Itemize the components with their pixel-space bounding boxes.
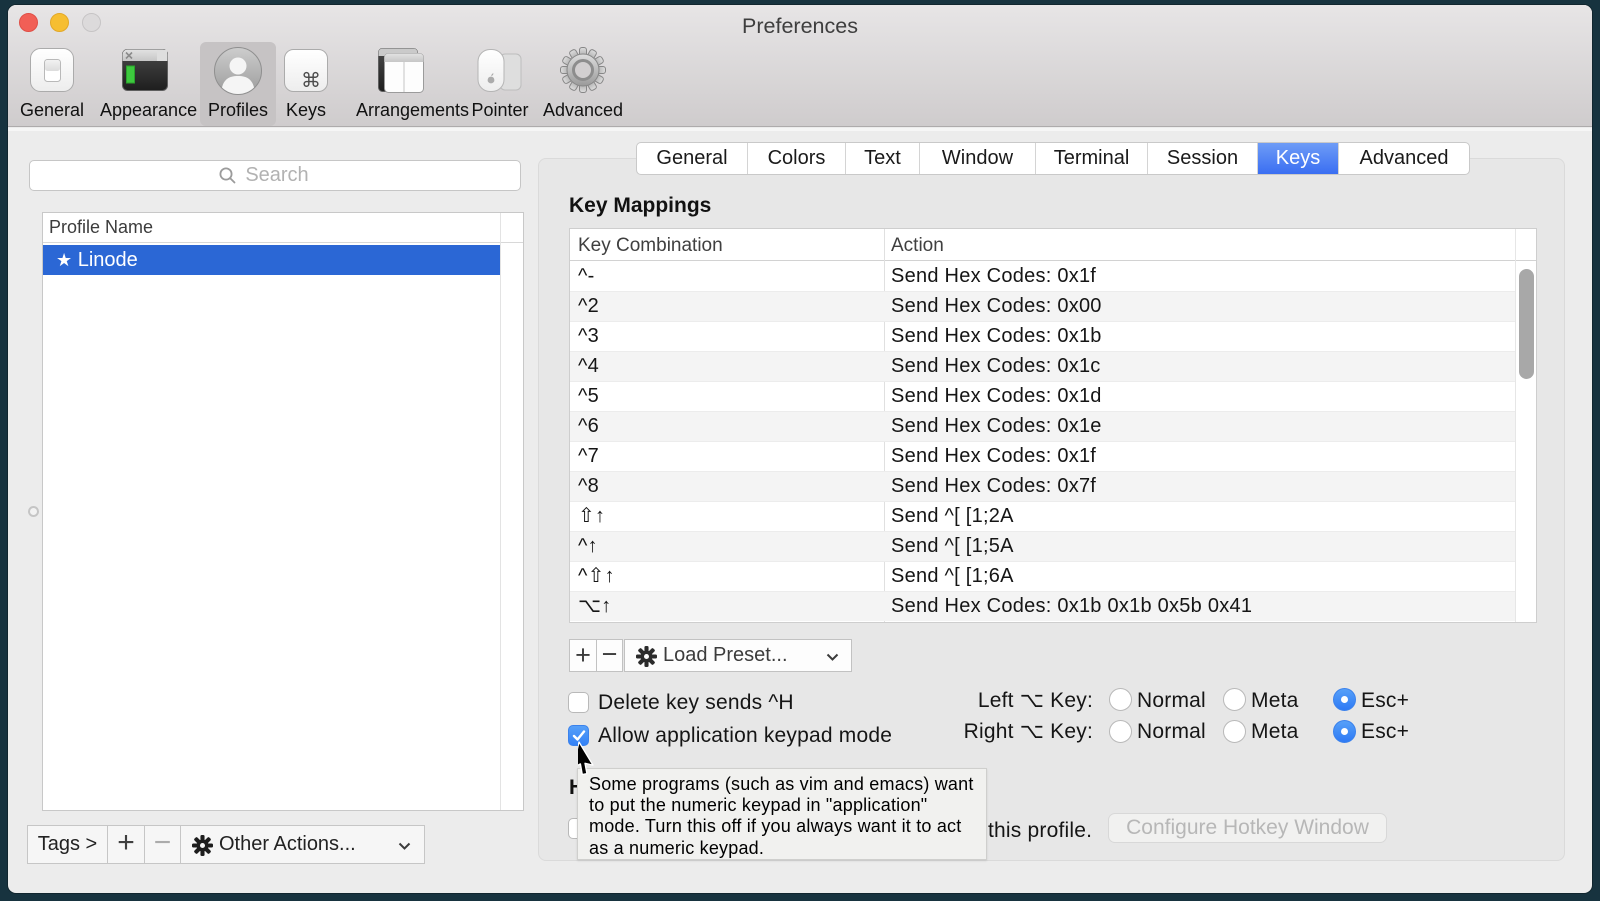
svg-text:⌘: ⌘ [301,70,321,92]
